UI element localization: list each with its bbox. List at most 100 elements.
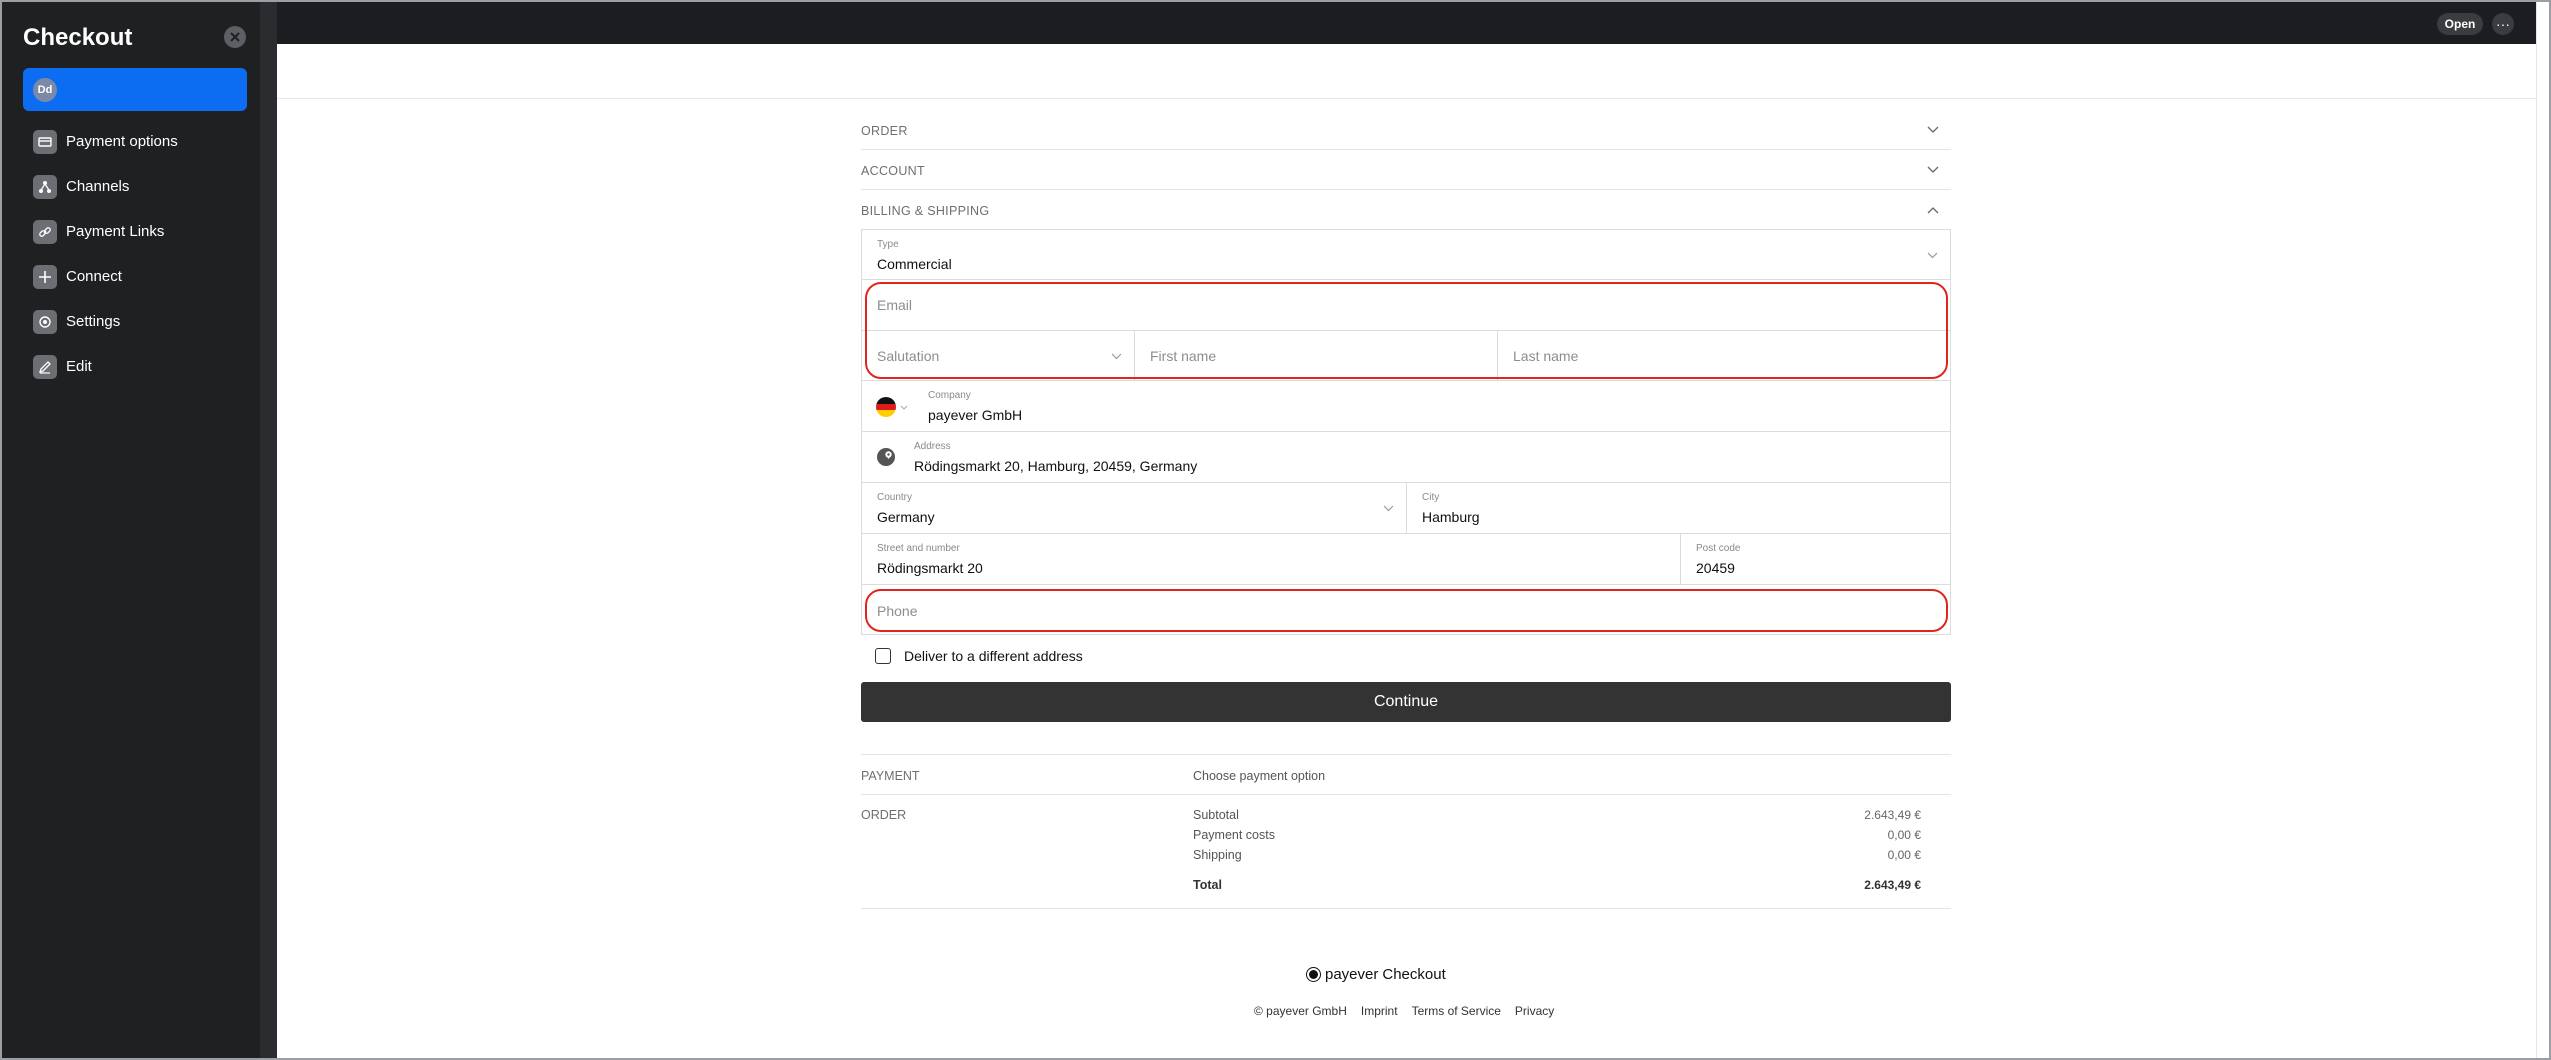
link-icon bbox=[33, 219, 57, 244]
phone-placeholder: Phone bbox=[877, 603, 918, 619]
section-account[interactable]: ACCOUNT bbox=[861, 150, 1951, 190]
more-icon: ··· bbox=[2496, 16, 2510, 32]
first-name-field[interactable]: First name bbox=[1134, 331, 1497, 380]
summary-divider bbox=[861, 754, 1951, 755]
choose-payment-option[interactable]: Choose payment option bbox=[1193, 769, 1325, 783]
salutation-select[interactable]: Salutation bbox=[862, 331, 1134, 380]
address-label: Address bbox=[914, 441, 951, 452]
close-button[interactable] bbox=[224, 26, 246, 48]
type-select[interactable]: Type Commercial bbox=[862, 230, 1950, 280]
street-postcode-row: Street and number Rödingsmarkt 20 Post c… bbox=[862, 534, 1950, 585]
postcode-field[interactable]: Post code 20459 bbox=[1680, 534, 1950, 584]
name-row: Salutation First name Last name bbox=[862, 331, 1950, 381]
footer-link-terms[interactable]: Terms of Service bbox=[1412, 1004, 1501, 1018]
salutation-placeholder: Salutation bbox=[877, 348, 940, 364]
top-bar bbox=[277, 2, 2536, 44]
footer-links: © payever GmbH Imprint Terms of Service … bbox=[1254, 1004, 1568, 1018]
section-order-label: ORDER bbox=[861, 124, 908, 138]
subtotal-value: 2.643,49 € bbox=[1864, 808, 1921, 822]
address-value: Rödingsmarkt 20, Hamburg, 20459, Germany bbox=[914, 458, 1198, 474]
pencil-icon bbox=[33, 354, 57, 379]
plus-icon bbox=[33, 264, 57, 289]
sidebar-item-label: Settings bbox=[66, 313, 121, 330]
shipping-label: Shipping bbox=[1193, 848, 1242, 862]
main-content: ORDER ACCOUNT BILLING & SHIPPING Type Co… bbox=[277, 44, 2536, 1058]
gear-icon bbox=[33, 309, 57, 334]
section-order[interactable]: ORDER bbox=[861, 110, 1951, 150]
payment-costs-value: 0,00 € bbox=[1887, 828, 1921, 842]
summary-divider bbox=[861, 908, 1951, 909]
first-name-placeholder: First name bbox=[1150, 348, 1217, 364]
sidebar-item-settings[interactable]: Settings bbox=[23, 299, 247, 344]
section-billing-shipping[interactable]: BILLING & SHIPPING bbox=[861, 190, 1951, 230]
sidebar-item-edit[interactable]: Edit bbox=[23, 344, 247, 389]
email-row: Email bbox=[862, 280, 1950, 331]
phone-row: Phone bbox=[862, 585, 1950, 635]
sidebar-item-payment-options[interactable]: Payment options bbox=[23, 119, 247, 164]
company-label: Company bbox=[928, 390, 971, 401]
brand-name: payever bbox=[1325, 966, 1379, 983]
location-icon bbox=[877, 448, 895, 466]
sidebar-item-connect[interactable]: Connect bbox=[23, 254, 247, 299]
sidebar-divider bbox=[260, 2, 277, 1058]
shipping-value: 0,00 € bbox=[1887, 848, 1921, 862]
section-billing-label: BILLING & SHIPPING bbox=[861, 204, 990, 218]
company-row: Company payever GmbH bbox=[862, 381, 1950, 432]
footer-link-imprint[interactable]: Imprint bbox=[1361, 1004, 1398, 1018]
deliver-different-checkbox[interactable]: Deliver to a different address bbox=[875, 648, 1083, 664]
summary-divider bbox=[861, 794, 1951, 795]
footer-link-privacy[interactable]: Privacy bbox=[1515, 1004, 1554, 1018]
city-value: Hamburg bbox=[1422, 509, 1480, 525]
last-name-field[interactable]: Last name bbox=[1497, 331, 1950, 380]
country-label: Country bbox=[877, 492, 913, 503]
channels-icon bbox=[33, 174, 57, 199]
sidebar-title: Checkout bbox=[23, 24, 133, 51]
type-value: Commercial bbox=[877, 256, 952, 272]
section-account-label: ACCOUNT bbox=[861, 164, 925, 178]
email-field[interactable]: Email bbox=[862, 280, 1950, 330]
more-options-button[interactable]: ··· bbox=[2492, 13, 2514, 35]
sidebar-item-label: Channels bbox=[66, 178, 130, 195]
checkbox[interactable] bbox=[875, 648, 891, 664]
subtotal-label: Subtotal bbox=[1193, 808, 1239, 822]
footer-brand: payever Checkout bbox=[1306, 966, 1446, 983]
germany-flag-icon bbox=[876, 397, 896, 417]
street-field[interactable]: Street and number Rödingsmarkt 20 bbox=[862, 534, 1680, 584]
brand-product: Checkout bbox=[1382, 966, 1446, 983]
chevron-down-icon bbox=[1927, 166, 1939, 173]
sidebar-nav: Payment options Channels Payment Links C… bbox=[23, 119, 247, 389]
continue-button[interactable]: Continue bbox=[861, 682, 1951, 722]
total-label: Total bbox=[1193, 878, 1222, 892]
city-label: City bbox=[1422, 492, 1440, 503]
postcode-label: Post code bbox=[1696, 543, 1741, 554]
sidebar-item-label: Payment options bbox=[66, 133, 178, 150]
company-value: payever GmbH bbox=[928, 407, 1023, 423]
type-label: Type bbox=[877, 239, 899, 250]
country-city-row: Country Germany City Hamburg bbox=[862, 483, 1950, 534]
business-switcher[interactable]: Dd bbox=[23, 68, 247, 111]
chevron-down-icon bbox=[1927, 252, 1938, 259]
total-value: 2.643,49 € bbox=[1864, 878, 1921, 892]
order-summary-label: ORDER bbox=[861, 808, 907, 822]
address-autocomplete[interactable]: Address Rödingsmarkt 20, Hamburg, 20459,… bbox=[862, 432, 1950, 482]
chevron-down-icon bbox=[1927, 126, 1939, 133]
deliver-different-label: Deliver to a different address bbox=[904, 648, 1083, 664]
country-select[interactable]: Country Germany bbox=[862, 483, 1406, 533]
phone-field[interactable]: Phone bbox=[862, 585, 1950, 634]
payment-section-label: PAYMENT bbox=[861, 769, 920, 783]
chevron-down-icon[interactable] bbox=[900, 405, 908, 410]
email-placeholder: Email bbox=[877, 297, 913, 313]
open-button[interactable]: Open bbox=[2437, 13, 2483, 35]
company-field[interactable]: Company payever GmbH bbox=[862, 381, 1950, 431]
close-icon bbox=[230, 32, 240, 42]
country-value: Germany bbox=[877, 509, 935, 525]
chevron-down-icon bbox=[1111, 353, 1122, 360]
scroll-gutter bbox=[2536, 2, 2549, 1058]
chevron-down-icon bbox=[1383, 505, 1394, 512]
sidebar-item-label: Connect bbox=[66, 268, 122, 285]
sidebar-item-channels[interactable]: Channels bbox=[23, 164, 247, 209]
card-icon bbox=[33, 129, 57, 154]
payever-logo-icon bbox=[1306, 967, 1321, 982]
city-field[interactable]: City Hamburg bbox=[1406, 483, 1950, 533]
sidebar-item-payment-links[interactable]: Payment Links bbox=[23, 209, 247, 254]
